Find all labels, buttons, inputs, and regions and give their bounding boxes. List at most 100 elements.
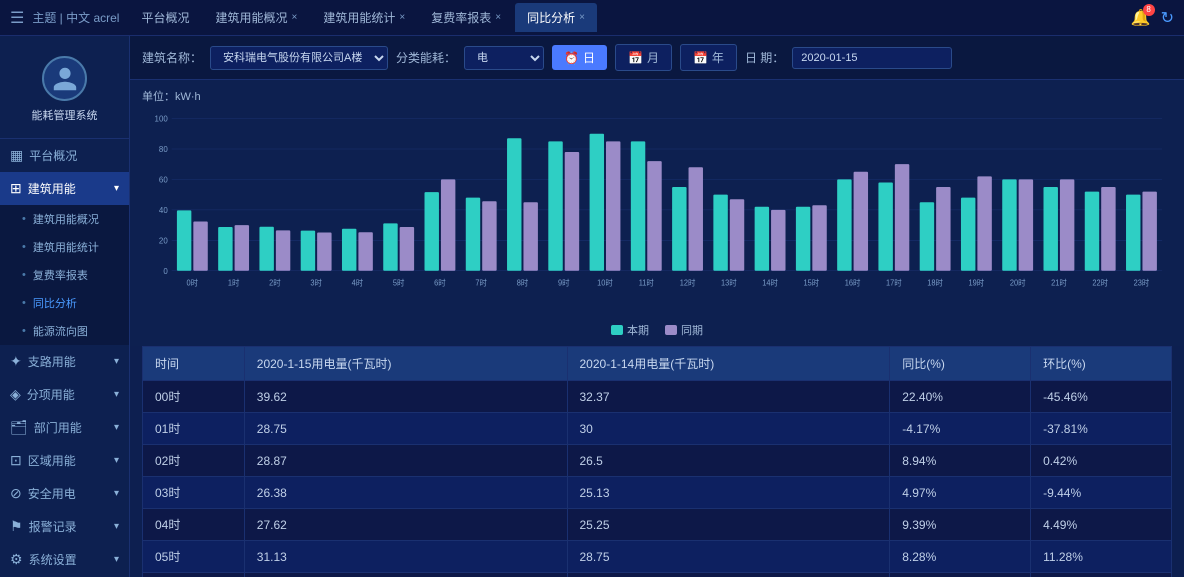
svg-text:22时: 22时 [1092, 277, 1108, 287]
arrow-icon: ▾ [114, 422, 119, 433]
table-cell: 00时 [143, 381, 245, 413]
tab-close[interactable]: × [399, 12, 405, 23]
system-title: 能耗管理系统 [32, 107, 98, 123]
table-cell: 04时 [143, 509, 245, 541]
table-cell: 26.5 [567, 445, 890, 477]
table-cell: -4.17% [890, 413, 1031, 445]
sidebar-item-7[interactable]: ⚑ 报警记录 ▾ [0, 510, 129, 543]
chart-legend: 本期 同期 [142, 322, 1172, 338]
table-cell: 05时 [143, 541, 245, 573]
svg-text:0时: 0时 [187, 277, 199, 287]
svg-text:23时: 23时 [1134, 277, 1150, 287]
sidebar-icon: ⊡ [10, 452, 22, 469]
sidebar-item-2[interactable]: ✦ 支路用能 ▾ [0, 345, 129, 378]
table-row: 04时27.6225.259.39%4.49% [143, 509, 1172, 541]
svg-text:14时: 14时 [762, 277, 778, 287]
table-cell: 31.13 [244, 541, 567, 573]
sidebar-icon: ✦ [10, 353, 22, 370]
arrow-icon: ▾ [114, 183, 119, 194]
top-nav: ☰ 主题 | 中文 acrel 平台概况建筑用能概况×建筑用能统计×复费率报表×… [0, 0, 1184, 36]
month-btn[interactable]: 📅 月 [615, 44, 672, 71]
tab-label: 建筑用能统计 [323, 9, 395, 26]
arrow-icon: ▾ [114, 488, 119, 499]
svg-text:21时: 21时 [1051, 277, 1067, 287]
table-cell: 4.97% [890, 477, 1031, 509]
sidebar-label: 建筑用能 [28, 180, 76, 197]
svg-text:18时: 18时 [927, 277, 943, 287]
day-btn[interactable]: ⏰ 日 [552, 45, 607, 70]
table-cell: 27.62 [244, 509, 567, 541]
sidebar-item-3[interactable]: ◈ 分项用能 ▾ [0, 378, 129, 411]
svg-text:3时: 3时 [310, 277, 322, 287]
filter-bar: 建筑名称： 安科瑞电气股份有限公司A楼 分类能耗： 电 ⏰ 日 📅 月 📅 年 … [130, 36, 1184, 80]
table-header: 2020-1-15用电量(千瓦时) [244, 347, 567, 381]
top-tab[interactable]: 平台概况 [129, 3, 201, 32]
sidebar-item-5[interactable]: ⊡ 区域用能 ▾ [0, 444, 129, 477]
sub-label: 能源流向图 [33, 323, 88, 339]
sidebar-sub-item-3[interactable]: 同比分析 [0, 289, 129, 317]
svg-text:12时: 12时 [680, 277, 696, 287]
chart-unit: 单位：kW·h [142, 88, 1172, 104]
arrow-icon: ▾ [114, 554, 119, 565]
building-select[interactable]: 安科瑞电气股份有限公司A楼 [210, 46, 388, 70]
date-label: 日 期： [745, 49, 784, 66]
table-cell: 0.42% [1031, 445, 1172, 477]
table-section: 时间2020-1-15用电量(千瓦时)2020-1-14用电量(千瓦时)同比(%… [130, 346, 1184, 577]
sidebar-item-6[interactable]: ⊘ 安全用电 ▾ [0, 477, 129, 510]
sidebar-sub-item-4[interactable]: 能源流向图 [0, 317, 129, 345]
previous-color-box [665, 325, 677, 335]
previous-legend: 同期 [665, 322, 703, 338]
table-cell: -9.44% [1031, 477, 1172, 509]
tab-close[interactable]: × [292, 12, 298, 23]
svg-text:15时: 15时 [804, 277, 820, 287]
date-input[interactable] [792, 47, 952, 69]
sidebar-item-8[interactable]: ⚙ 系统设置 ▾ [0, 543, 129, 576]
svg-text:7时: 7时 [475, 277, 487, 287]
arrow-icon: ▾ [114, 356, 119, 367]
arrow-icon: ▾ [114, 455, 119, 466]
table-header: 同比(%) [890, 347, 1031, 381]
data-table: 时间2020-1-15用电量(千瓦时)2020-1-14用电量(千瓦时)同比(%… [142, 346, 1172, 577]
table-cell: 8.94% [890, 445, 1031, 477]
sidebar-sub-item-1[interactable]: 建筑用能统计 [0, 233, 129, 261]
table-cell: 02时 [143, 445, 245, 477]
tab-close[interactable]: × [495, 12, 501, 23]
table-cell: 25.25 [567, 509, 890, 541]
top-tab[interactable]: 建筑用能概况× [204, 3, 310, 32]
svg-text:4时: 4时 [352, 277, 364, 287]
sidebar-item-1[interactable]: ⊞ 建筑用能 ▾ [0, 172, 129, 205]
tab-close[interactable]: × [579, 12, 585, 23]
top-tab[interactable]: 复费率报表× [419, 3, 513, 32]
table-cell: 51.63 [244, 573, 567, 577]
table-cell: 28.87 [244, 445, 567, 477]
category-select[interactable]: 电 [464, 46, 544, 70]
arrow-icon: ▾ [114, 389, 119, 400]
svg-text:6时: 6时 [434, 277, 446, 287]
svg-text:20时: 20时 [1010, 277, 1026, 287]
svg-text:100: 100 [155, 114, 169, 123]
sidebar-item-0[interactable]: ▦ 平台概况 [0, 139, 129, 172]
table-header: 时间 [143, 347, 245, 381]
table-cell: 01时 [143, 413, 245, 445]
table-cell: 28.75 [567, 541, 890, 573]
sidebar-icon: 🗂 [10, 419, 28, 436]
table-cell: 30 [567, 413, 890, 445]
table-cell: 25.13 [567, 477, 890, 509]
bell-icon[interactable]: 🔔 8 [1131, 8, 1151, 28]
sidebar-item-4[interactable]: 🗂 部门用能 ▾ [0, 411, 129, 444]
svg-text:2时: 2时 [269, 277, 281, 287]
sub-label: 建筑用能统计 [33, 239, 99, 255]
top-tab[interactable]: 建筑用能统计 × [311, 3, 417, 32]
year-btn[interactable]: 📅 年 [680, 44, 737, 71]
theme-label: 主题 | 中文 acrel [32, 9, 119, 26]
top-tab[interactable]: 同比分析× [515, 3, 597, 32]
tab-label: 平台概况 [141, 9, 189, 26]
sidebar-icon: ⊘ [10, 485, 22, 502]
hamburger-icon[interactable]: ☰ [10, 8, 24, 28]
sidebar-sub-item-2[interactable]: 复费率报表 [0, 261, 129, 289]
table-row: 02时28.8726.58.94%0.42% [143, 445, 1172, 477]
refresh-icon[interactable]: ↻ [1161, 8, 1174, 28]
current-color-box [611, 325, 623, 335]
sidebar-sub-item-0[interactable]: 建筑用能概况 [0, 205, 129, 233]
svg-text:1时: 1时 [228, 277, 240, 287]
